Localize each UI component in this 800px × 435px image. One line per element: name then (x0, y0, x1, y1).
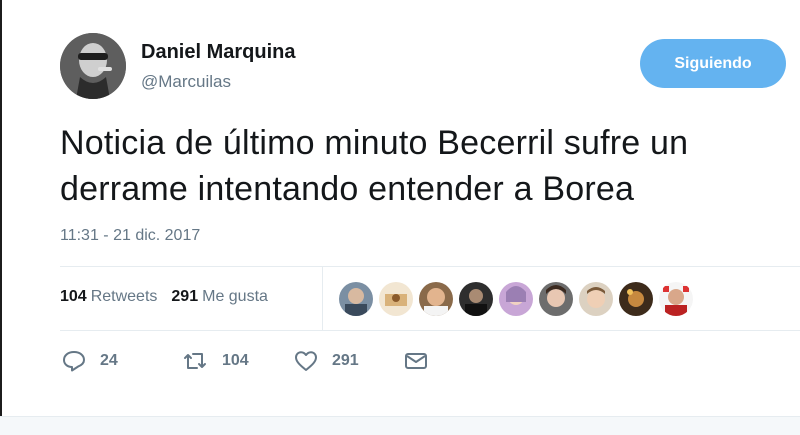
tweet-text: Noticia de último minuto Becerril sufre … (60, 120, 790, 212)
tweet-stats: 104 Retweets 291 Me gusta (60, 288, 268, 306)
divider (322, 266, 323, 330)
likes-stat-count: 291 (171, 288, 199, 305)
tweet-text-line: derrame intentando entender a Borea (60, 170, 635, 208)
liker-avatar[interactable] (579, 282, 613, 316)
page-footer-strip (0, 416, 800, 435)
like-count: 291 (332, 352, 359, 369)
author-handle[interactable]: @Marcuilas (141, 72, 231, 92)
liker-avatar[interactable] (499, 282, 533, 316)
likes-stat-label: Me gusta (202, 288, 268, 305)
like-icon (294, 350, 318, 372)
direct-message-action[interactable] (404, 351, 428, 371)
liker-avatar[interactable] (659, 282, 693, 316)
liker-avatar[interactable] (379, 282, 413, 316)
following-button[interactable]: Siguiendo (640, 39, 786, 88)
reply-count: 24 (100, 352, 118, 369)
tweet-timestamp[interactable]: 11:31 - 21 dic. 2017 (60, 227, 200, 245)
likes-stat[interactable]: 291 Me gusta (171, 288, 268, 306)
retweets-stat-label: Retweets (90, 288, 158, 305)
tweet-actions: 24 104 291 (62, 350, 428, 372)
liker-avatar[interactable] (419, 282, 453, 316)
liker-avatar[interactable] (539, 282, 573, 316)
divider (60, 330, 800, 331)
message-icon (404, 351, 428, 371)
retweets-stat[interactable]: 104 Retweets (60, 288, 157, 306)
retweet-count: 104 (222, 352, 249, 369)
reply-icon (62, 350, 86, 372)
tweet-card: Daniel Marquina @Marcuilas Siguiendo Not… (2, 0, 800, 435)
divider (60, 266, 800, 267)
author-name[interactable]: Daniel Marquina (141, 41, 295, 64)
likers-avatars (339, 282, 693, 316)
retweet-action[interactable]: 104 (182, 350, 294, 372)
retweets-stat-count: 104 (60, 288, 87, 305)
liker-avatar[interactable] (459, 282, 493, 316)
reply-action[interactable]: 24 (62, 350, 182, 372)
tweet-text-line: Noticia de último minuto Becerril sufre … (60, 124, 689, 162)
author-avatar[interactable] (60, 33, 126, 99)
retweet-icon (182, 350, 208, 372)
like-action[interactable]: 291 (294, 350, 404, 372)
liker-avatar[interactable] (619, 282, 653, 316)
liker-avatar[interactable] (339, 282, 373, 316)
